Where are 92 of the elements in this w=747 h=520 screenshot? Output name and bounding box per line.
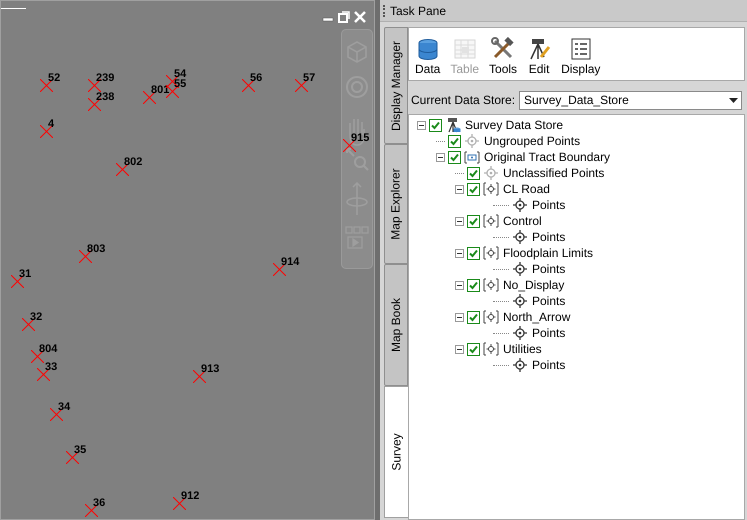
checkbox[interactable] <box>467 182 480 196</box>
point-label: 36 <box>93 498 106 509</box>
collapse-toggle[interactable] <box>417 120 426 130</box>
tree-item[interactable]: Points <box>531 324 566 342</box>
point-label: 804 <box>39 344 58 355</box>
toolbar-button[interactable]: Edit <box>527 37 552 75</box>
toolbar-button[interactable]: Data <box>415 37 440 75</box>
side-tab[interactable]: Map Explorer <box>384 144 408 264</box>
point-label: 52 <box>48 73 60 84</box>
point-label: 912 <box>181 491 200 502</box>
tree-item[interactable]: Utilities <box>502 340 543 358</box>
point-group-icon <box>483 245 499 261</box>
database-icon <box>416 37 440 61</box>
point-label: 239 <box>96 73 114 84</box>
point-label: 33 <box>45 362 58 373</box>
tree-item[interactable]: Floodplain Limits <box>502 244 594 262</box>
point-group-icon <box>483 181 499 197</box>
point-icon <box>512 197 528 213</box>
point-group-icon <box>483 213 499 229</box>
side-tab[interactable]: Survey <box>384 386 409 518</box>
point-label: 54 <box>174 69 186 80</box>
point-label: 35 <box>74 445 86 456</box>
checkbox[interactable] <box>467 278 480 292</box>
point-label: 803 <box>87 244 106 255</box>
point-group-icon <box>483 341 499 357</box>
field-label: Current Data Store: <box>411 92 516 109</box>
dropdown-arrow-icon <box>729 98 738 102</box>
collapse-toggle[interactable] <box>455 184 464 194</box>
point-label: 915 <box>351 133 370 144</box>
checkbox[interactable] <box>467 310 480 324</box>
side-tab[interactable]: Map Book <box>384 264 408 386</box>
point-label: 57 <box>303 73 316 84</box>
tree-item[interactable]: Points <box>531 228 566 246</box>
point-icon <box>483 165 499 181</box>
point-group-icon <box>483 309 499 325</box>
side-tab[interactable]: Display Manager <box>384 27 408 144</box>
checkbox[interactable] <box>448 134 461 148</box>
tree-item[interactable]: Points <box>531 196 566 214</box>
boundary-icon <box>464 149 480 165</box>
data-store-dropdown[interactable]: Survey_Data_Store <box>519 90 742 110</box>
point-icon <box>512 229 528 245</box>
toolbar-button[interactable]: Display <box>561 37 600 75</box>
point-icon <box>512 357 528 373</box>
point-icon <box>512 293 528 309</box>
tree-item[interactable]: No_Display <box>502 276 566 294</box>
tree-item[interactable]: Points <box>531 260 566 278</box>
checkbox[interactable] <box>467 166 480 180</box>
scale-line <box>1 8 26 9</box>
toolbar-button[interactable]: Tools <box>489 37 518 75</box>
point-label: 55 <box>174 79 186 90</box>
collapse-toggle[interactable] <box>455 216 464 226</box>
point-label: 914 <box>281 257 300 268</box>
tree-item[interactable]: CL Road <box>502 180 551 198</box>
collapse-toggle[interactable] <box>455 248 464 258</box>
tree-item[interactable]: Points <box>531 356 566 374</box>
point-label: 238 <box>96 92 114 103</box>
point-label: 32 <box>30 312 42 323</box>
tree-item[interactable]: Points <box>531 292 566 310</box>
collapse-toggle[interactable] <box>455 280 464 290</box>
point-label: 802 <box>124 157 142 168</box>
point-group-icon <box>483 277 499 293</box>
point-label: 56 <box>250 73 262 84</box>
checkbox[interactable] <box>429 118 442 132</box>
point-icon <box>512 325 528 341</box>
checkbox[interactable] <box>467 214 480 228</box>
tree-item[interactable]: Ungrouped Points <box>483 132 582 150</box>
checkbox[interactable] <box>448 150 461 164</box>
pane-title: Task Pane <box>390 2 446 20</box>
tree-item[interactable]: Original Tract Boundary <box>483 148 612 166</box>
list-icon <box>568 37 593 61</box>
point-label: 34 <box>58 402 70 413</box>
point-marker-icon <box>40 125 53 138</box>
collapse-toggle[interactable] <box>455 344 464 354</box>
close-icon[interactable] <box>354 11 366 23</box>
tree-item[interactable]: Control <box>502 212 543 230</box>
table-icon <box>452 37 477 61</box>
point-label: 913 <box>201 364 220 375</box>
tools-icon <box>491 37 516 61</box>
tree-item[interactable]: North_Arrow <box>502 308 572 326</box>
point-icon <box>464 133 480 149</box>
collapse-toggle[interactable] <box>436 152 445 162</box>
collapse-toggle[interactable] <box>455 312 464 322</box>
checkbox[interactable] <box>467 246 480 260</box>
point-label: 31 <box>19 269 32 280</box>
checkbox[interactable] <box>467 342 480 356</box>
point-label: 4 <box>48 119 54 130</box>
point-icon <box>512 261 528 277</box>
tree-item[interactable]: Survey Data Store <box>464 116 564 134</box>
point-label: 801 <box>151 85 170 96</box>
tree-item[interactable]: Unclassified Points <box>502 164 606 182</box>
survey-store-icon <box>445 117 461 133</box>
restore-icon[interactable] <box>338 11 350 23</box>
